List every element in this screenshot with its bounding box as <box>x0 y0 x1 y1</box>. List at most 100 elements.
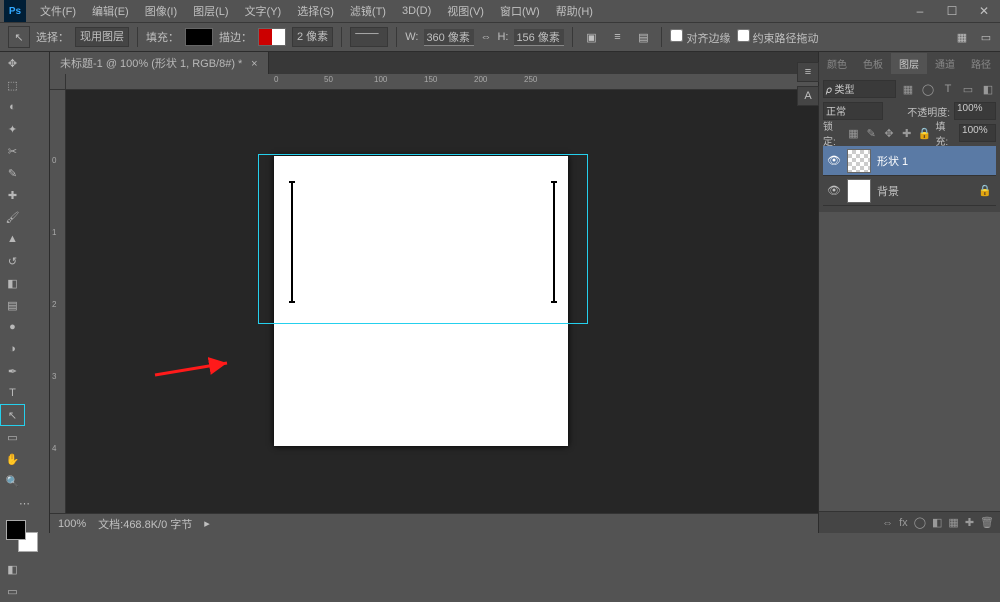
stroke-type-dropdown[interactable]: ─── <box>350 27 388 47</box>
ruler-origin[interactable] <box>50 74 66 90</box>
fill-opacity-field[interactable]: 100% <box>959 124 996 142</box>
document-canvas[interactable] <box>274 156 568 446</box>
layer-shape-1[interactable]: 👁 形状 1 <box>823 146 996 176</box>
height-field[interactable]: 156 像素 <box>514 29 564 46</box>
move-tool[interactable]: ✥ <box>0 52 25 74</box>
width-field[interactable]: 360 像素 <box>424 29 474 46</box>
status-arrow-icon[interactable]: ▸ <box>204 517 210 530</box>
tab-channels[interactable]: 通道 <box>927 53 963 74</box>
opt-right-2[interactable]: ▭ <box>976 27 996 47</box>
blur-tool[interactable]: ● <box>0 316 25 338</box>
stroke-width[interactable]: 2 像素 <box>292 27 333 47</box>
menu-help[interactable]: 帮助(H) <box>548 3 601 19</box>
lock-trans-icon[interactable]: ▦ <box>847 127 861 140</box>
tab-color[interactable]: 颜色 <box>819 53 855 74</box>
visibility-icon[interactable]: 👁 <box>827 184 841 197</box>
shape-path-left[interactable] <box>291 182 293 302</box>
filter-pixel-icon[interactable]: ▦ <box>900 83 916 96</box>
tab-close-icon[interactable]: × <box>251 58 257 70</box>
stroke-swatch[interactable] <box>258 28 286 46</box>
menu-window[interactable]: 窗口(W) <box>492 3 548 19</box>
zoom-tool[interactable]: 🔍 <box>0 470 25 492</box>
menu-type[interactable]: 文字(Y) <box>237 3 290 19</box>
tab-swatches[interactable]: 色板 <box>855 53 891 74</box>
marquee-tool[interactable]: ⬚ <box>0 74 25 96</box>
min-button[interactable]: – <box>904 0 936 22</box>
layer-name[interactable]: 背景 <box>877 183 899 199</box>
lasso-tool[interactable]: ◐ <box>0 96 25 118</box>
fg-color[interactable] <box>6 520 26 540</box>
layer-filter-dropdown[interactable]: 𝜌 类型 <box>823 80 896 98</box>
select-layers-dropdown[interactable]: 现用图层 <box>75 27 129 47</box>
filter-adjust-icon[interactable]: ◯ <box>920 83 936 96</box>
wand-tool[interactable]: ✦ <box>0 118 25 140</box>
path-selection-tool[interactable]: ↖ <box>0 404 25 426</box>
layer-thumbnail[interactable] <box>847 149 871 173</box>
max-button[interactable]: ☐ <box>936 0 968 22</box>
filter-type-icon[interactable]: T <box>940 83 956 95</box>
fx-icon[interactable]: fx <box>899 517 908 529</box>
layer-thumbnail[interactable] <box>847 179 871 203</box>
opacity-field[interactable]: 100% <box>954 102 996 120</box>
menu-view[interactable]: 视图(V) <box>439 3 492 19</box>
horizontal-ruler[interactable]: 0 50 100 150 200 250 <box>66 74 818 90</box>
heal-tool[interactable]: ✚ <box>0 184 25 206</box>
menu-edit[interactable]: 编辑(E) <box>84 3 137 19</box>
eyedrop-tool[interactable]: ✎ <box>0 162 25 184</box>
lock-artboard-icon[interactable]: ✚ <box>900 127 914 140</box>
link-layers-icon[interactable]: ⇔ <box>882 517 893 529</box>
type-tool[interactable]: T <box>0 382 25 404</box>
lock-position-icon[interactable]: ✥ <box>882 127 896 140</box>
new-layer-icon[interactable]: ✚ <box>965 516 974 529</box>
tab-paths[interactable]: 路径 <box>963 53 999 74</box>
lock-pixels-icon[interactable]: ✎ <box>864 127 878 140</box>
stamp-tool[interactable]: ▲ <box>0 228 25 250</box>
visibility-icon[interactable]: 👁 <box>827 154 841 167</box>
menu-layer[interactable]: 图层(L) <box>185 3 236 19</box>
zoom-level[interactable]: 100% <box>58 518 86 530</box>
collapsed-panel-icon[interactable]: ≡ <box>797 62 819 82</box>
canvas-area[interactable]: 0 50 100 150 200 250 0 1 2 3 4 <box>50 74 818 513</box>
dodge-tool[interactable]: ◑ <box>0 338 25 360</box>
link-icon[interactable]: ⇔ <box>480 31 491 43</box>
tab-layers[interactable]: 图层 <box>891 53 927 74</box>
document-tab[interactable]: 未标题-1 @ 100% (形状 1, RGB/8#) * × <box>50 52 269 74</box>
mask-icon[interactable]: ◯ <box>914 516 926 529</box>
menu-filter[interactable]: 滤镜(T) <box>342 3 394 19</box>
brush-tool[interactable]: 🖌 <box>0 206 25 228</box>
constrain-path-check[interactable]: 约束路径拖动 <box>737 29 819 46</box>
arrange-icon[interactable]: ▤ <box>633 27 653 47</box>
fill-swatch[interactable] <box>185 28 213 46</box>
filter-smart-icon[interactable]: ◧ <box>980 83 996 96</box>
menu-file[interactable]: 文件(F) <box>32 3 84 19</box>
shape-path-right[interactable] <box>553 182 555 302</box>
quickmask-tool[interactable]: ◧ <box>0 558 25 580</box>
menu-image[interactable]: 图像(I) <box>137 3 185 19</box>
path-ops-icon[interactable]: ▣ <box>581 27 601 47</box>
collapsed-panel-icon[interactable]: A <box>797 86 819 106</box>
shape-tool[interactable]: ▭ <box>0 426 25 448</box>
doc-info[interactable]: 文档:468.8K/0 字节 <box>98 516 192 532</box>
filter-shape-icon[interactable]: ▭ <box>960 83 976 96</box>
history-tool[interactable]: ↺ <box>0 250 25 272</box>
crop-tool[interactable]: ✂ <box>0 140 25 162</box>
vertical-ruler[interactable]: 0 1 2 3 4 <box>50 90 66 513</box>
screenmode-tool[interactable]: ▭ <box>0 580 25 602</box>
lock-icon[interactable]: 🔒 <box>978 184 992 197</box>
align-icon[interactable]: ≡ <box>607 27 627 47</box>
gradient-tool[interactable]: ▤ <box>0 294 25 316</box>
layer-name[interactable]: 形状 1 <box>877 153 908 169</box>
opt-right-1[interactable]: ▦ <box>952 27 972 47</box>
group-icon[interactable]: ▦ <box>948 516 958 529</box>
pen-tool[interactable]: ✒ <box>0 360 25 382</box>
eraser-tool[interactable]: ◧ <box>0 272 25 294</box>
active-tool-icon[interactable]: ↖ <box>8 26 30 48</box>
close-button[interactable]: ✕ <box>968 0 1000 22</box>
layer-background[interactable]: 👁 背景 🔒 <box>823 176 996 206</box>
adjustment-icon[interactable]: ◧ <box>932 516 942 529</box>
color-swatches[interactable] <box>0 518 49 558</box>
hand-tool[interactable]: ✋ <box>0 448 25 470</box>
more-tools[interactable]: ⋯ <box>0 492 49 514</box>
align-edges-check[interactable]: 对齐边缘 <box>670 29 730 46</box>
trash-icon[interactable]: 🗑 <box>980 516 994 529</box>
